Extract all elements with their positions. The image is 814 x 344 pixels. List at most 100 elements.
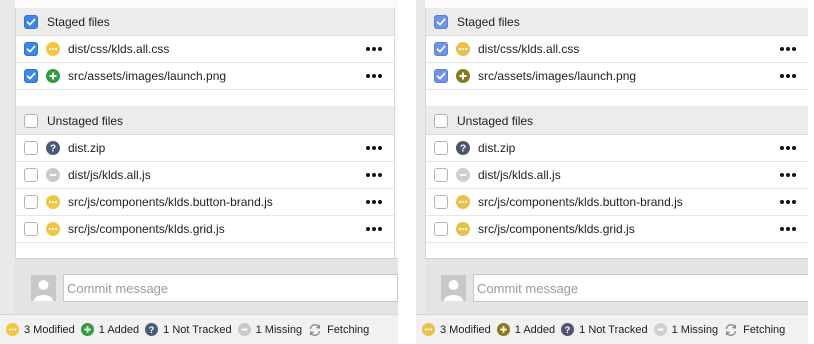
file-name: src/js/components/klds.button-brand.js <box>478 195 683 209</box>
unstaged-group-checkbox[interactable] <box>24 113 38 128</box>
file-checkbox[interactable] <box>24 42 38 56</box>
checkmark-icon <box>436 45 446 53</box>
status-fetching-label: Fetching <box>327 323 370 336</box>
file-checkbox[interactable] <box>434 168 448 182</box>
status-added-count: 1 Added <box>514 323 556 336</box>
checkmark-icon <box>26 45 36 53</box>
status-untracked-count: 1 Not Tracked <box>163 323 232 336</box>
file-row[interactable]: src/js/components/klds.grid.js <box>16 216 394 243</box>
status-modified-count: 3 Modified <box>440 323 491 336</box>
more-options-icon[interactable] <box>780 173 796 177</box>
status-fetching[interactable]: Fetching <box>724 323 785 337</box>
file-name: dist/js/klds.all.js <box>478 168 561 182</box>
file-name: src/js/components/klds.grid.js <box>478 222 635 236</box>
more-options-icon[interactable] <box>780 74 796 78</box>
missing-minus-icon <box>237 323 251 336</box>
commit-area: Commit message <box>425 258 814 314</box>
status-untracked: ? 1 Not Tracked <box>145 323 232 336</box>
status-added: 1 Added <box>80 323 140 336</box>
modified-dots-icon <box>422 323 435 336</box>
file-checkbox[interactable] <box>24 195 38 209</box>
status-fetching[interactable]: Fetching <box>308 323 369 337</box>
missing-minus-icon <box>653 323 667 336</box>
file-row[interactable]: ? dist.zip <box>426 135 808 162</box>
file-checkbox[interactable] <box>24 141 38 155</box>
file-row[interactable]: src/assets/images/launch.png <box>16 63 394 90</box>
modified-dots-icon <box>456 222 470 236</box>
unstaged-files-header[interactable]: Unstaged files <box>16 107 394 135</box>
staged-files-header[interactable]: Staged files <box>16 8 394 36</box>
user-avatar-icon <box>441 275 466 301</box>
checkmark-icon <box>436 18 446 25</box>
staged-group-checkbox[interactable] <box>24 14 38 29</box>
more-options-icon[interactable] <box>366 146 382 150</box>
more-options-icon[interactable] <box>366 173 382 177</box>
file-row[interactable]: ? dist.zip <box>16 135 394 162</box>
unstaged-files-header[interactable]: Unstaged files <box>426 107 808 135</box>
more-options-icon[interactable] <box>366 47 382 51</box>
modified-dots-icon <box>456 42 470 56</box>
status-bar: 3 Modified 1 Added ? 1 Not Tracked 1 Mis… <box>416 314 814 344</box>
list-spacer <box>16 90 394 107</box>
status-modified: 3 Modified <box>422 323 491 336</box>
user-avatar-icon <box>31 275 56 301</box>
file-row[interactable]: src/js/components/klds.grid.js <box>426 216 808 243</box>
added-plus-icon <box>80 323 94 336</box>
more-options-icon[interactable] <box>780 200 796 204</box>
staged-files-header[interactable]: Staged files <box>426 8 808 36</box>
more-options-icon[interactable] <box>780 227 796 231</box>
sync-arrows-icon <box>725 323 737 336</box>
untracked-question-icon: ? <box>456 141 470 155</box>
modified-dots-icon <box>46 195 60 209</box>
status-missing: 1 Missing <box>237 323 303 336</box>
file-name: dist.zip <box>68 141 106 155</box>
status-bar: 3 Modified 1 Added ? 1 Not Tracked 1 Mis… <box>0 314 398 344</box>
modified-dots-icon <box>46 222 60 236</box>
more-options-icon[interactable] <box>366 200 382 204</box>
file-checkbox[interactable] <box>434 195 448 209</box>
file-checkbox[interactable] <box>434 222 448 236</box>
file-row[interactable]: dist/js/klds.all.js <box>16 162 394 189</box>
modified-dots-icon <box>6 323 19 336</box>
status-fetching-label: Fetching <box>743 323 786 336</box>
more-options-icon[interactable] <box>366 74 382 78</box>
status-missing-count: 1 Missing <box>255 323 303 336</box>
file-row[interactable]: dist/css/klds.all.css <box>426 36 808 63</box>
more-options-icon[interactable] <box>780 146 796 150</box>
sidebar-strip <box>416 0 425 344</box>
file-checkbox[interactable] <box>434 69 448 83</box>
file-name: dist/css/klds.all.css <box>68 42 170 56</box>
unstaged-files-label: Unstaged files <box>457 113 534 128</box>
file-row[interactable]: src/js/components/klds.button-brand.js <box>426 189 808 216</box>
list-spacer <box>426 90 808 107</box>
file-checkbox[interactable] <box>24 168 38 182</box>
file-name: src/assets/images/launch.png <box>478 69 637 83</box>
commit-message-input[interactable]: Commit message <box>63 274 398 302</box>
unstaged-group-checkbox[interactable] <box>434 113 448 128</box>
status-added-count: 1 Added <box>98 323 140 336</box>
file-checkbox[interactable] <box>434 141 448 155</box>
commit-message-input[interactable]: Commit message <box>473 274 814 302</box>
file-row[interactable]: dist/css/klds.all.css <box>16 36 394 63</box>
more-options-icon[interactable] <box>780 47 796 51</box>
modified-dots-icon <box>46 42 60 56</box>
file-checkbox[interactable] <box>24 222 38 236</box>
checkmark-icon <box>436 72 446 80</box>
staged-group-checkbox[interactable] <box>434 14 448 29</box>
file-row[interactable]: src/js/components/klds.button-brand.js <box>16 189 394 216</box>
untracked-question-icon: ? <box>46 141 60 155</box>
unstaged-files-label: Unstaged files <box>47 113 124 128</box>
svg-text:?: ? <box>565 325 571 335</box>
file-checkbox[interactable] <box>24 69 38 83</box>
file-checkbox[interactable] <box>434 42 448 56</box>
added-plus-icon <box>456 69 470 83</box>
staged-files-label: Staged files <box>47 14 110 29</box>
more-options-icon[interactable] <box>366 227 382 231</box>
sync-arrows-icon <box>309 323 321 336</box>
file-name: dist/css/klds.all.css <box>478 42 580 56</box>
file-name: src/js/components/klds.grid.js <box>68 222 225 236</box>
file-row[interactable]: src/assets/images/launch.png <box>426 63 808 90</box>
missing-minus-icon <box>46 168 60 182</box>
added-plus-icon <box>46 69 60 83</box>
file-row[interactable]: dist/js/klds.all.js <box>426 162 808 189</box>
